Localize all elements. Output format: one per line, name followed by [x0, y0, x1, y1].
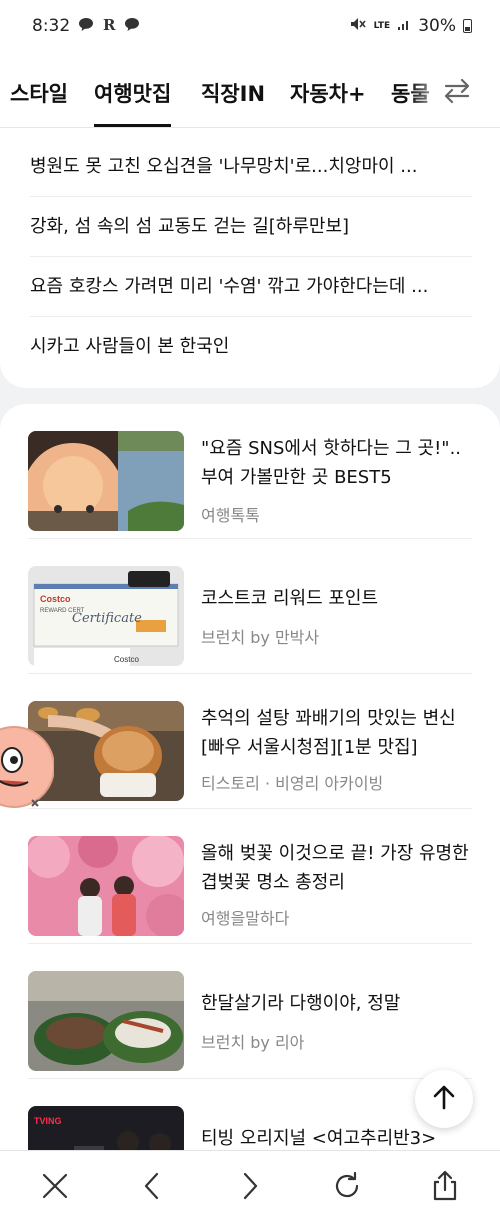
- mute-icon: [349, 16, 367, 37]
- headline-item[interactable]: 시카고 사람들이 본 한국인: [30, 317, 472, 377]
- svg-text:R: R: [103, 17, 116, 32]
- mascot-sticker[interactable]: [0, 712, 55, 822]
- tab-style[interactable]: 스타일: [10, 78, 68, 108]
- feed-card: "요즘 SNS에서 핫하다는 그 곳!".. 부여 가볼만한 곳 BEST5 여…: [0, 404, 500, 1164]
- feed-item[interactable]: 추억의 설탕 꽈배기의 맛있는 변신 [빠우 서울시청점][1분 맛집] 티스토…: [28, 674, 472, 809]
- feed-item-source: 브런치 by 만박사: [201, 628, 320, 647]
- svg-text:Costco: Costco: [40, 594, 71, 604]
- headline-item[interactable]: 요즘 호캉스 가려면 미리 '수염' 깎고 가야한다는데 ...: [30, 257, 472, 317]
- headline-item[interactable]: 병원도 못 고친 오십견을 '나무망치'로...치앙마이 ...: [30, 137, 472, 197]
- feed-item-source: 여행톡톡: [201, 506, 260, 525]
- feed-item-title: 추억의 설탕 꽈배기의 맛있는 변신 [빠우 서울시청점][1분 맛집]: [201, 708, 456, 758]
- thumbnail-food: [28, 971, 184, 1071]
- clock: 8:32: [32, 16, 71, 36]
- feed-item[interactable]: Costco REWARD CERT Certificate Costco 코스…: [28, 539, 472, 674]
- share-icon[interactable]: [428, 1169, 462, 1203]
- chat-icon: [78, 17, 94, 36]
- r-icon: R: [102, 16, 116, 36]
- feed-item-source: 브런치 by 리아: [201, 1033, 305, 1052]
- feed-item[interactable]: 올해 벚꽃 이것으로 끝! 가장 유명한 겹벚꽃 명소 총정리 여행을말하다: [28, 809, 472, 944]
- browser-bottom-nav: [0, 1150, 500, 1222]
- svg-text:Costco: Costco: [114, 655, 139, 664]
- arrow-up-icon: [429, 1082, 459, 1116]
- feed-item-title: 올해 벚꽃 이것으로 끝! 가장 유명한 겹벚꽃 명소 총정리: [201, 843, 469, 893]
- back-icon[interactable]: [136, 1169, 170, 1203]
- category-tab-bar: 스타일 여행맛집 직장IN 자동차+ 동물: [0, 52, 500, 128]
- scroll-to-top-button[interactable]: [415, 1070, 473, 1128]
- headline-item[interactable]: 강화, 섬 속의 섬 교동도 걷는 길[하루만보]: [30, 197, 472, 257]
- status-right: LTE 30%: [349, 16, 472, 37]
- thumbnail-costco: Costco REWARD CERT Certificate Costco: [28, 566, 184, 666]
- network-type: LTE: [373, 20, 391, 31]
- swap-icon[interactable]: [442, 76, 472, 106]
- feed-item-title: "요즘 SNS에서 핫하다는 그 곳!".. 부여 가볼만한 곳 BEST5: [201, 438, 462, 488]
- svg-text:TVING: TVING: [34, 1116, 62, 1126]
- tab-work[interactable]: 직장IN: [201, 78, 265, 108]
- status-bar: 8:32 R LTE 30%: [0, 0, 500, 52]
- feed-item-title: 코스트코 리워드 포인트: [201, 588, 379, 609]
- thumbnail-cherry-blossom: [28, 836, 184, 936]
- status-left: 8:32 R: [32, 16, 140, 36]
- feed-item[interactable]: 한달살기라 다행이야, 정말 브런치 by 리아: [28, 944, 472, 1079]
- close-icon[interactable]: [38, 1169, 72, 1203]
- tab-car[interactable]: 자동차+: [290, 78, 366, 108]
- svg-text:Certificate: Certificate: [72, 611, 142, 626]
- feed-item-source: 여행을말하다: [201, 909, 290, 928]
- battery-percent: 30%: [418, 16, 456, 36]
- feed-item[interactable]: "요즘 SNS에서 핫하다는 그 곳!".. 부여 가볼만한 곳 BEST5 여…: [28, 404, 472, 539]
- refresh-icon[interactable]: [330, 1169, 364, 1203]
- forward-icon[interactable]: [232, 1169, 266, 1203]
- battery-icon: [463, 19, 472, 33]
- feed-item-title: 티빙 오리지널 <여고추리반3>: [201, 1128, 437, 1149]
- feed-item-source: 티스토리 · 비영리 아카이빙: [201, 774, 384, 793]
- tab-travel-food[interactable]: 여행맛집: [94, 78, 172, 127]
- chat-icon: [124, 17, 140, 36]
- signal-icon: [397, 16, 411, 36]
- feed-item-title: 한달살기라 다행이야, 정말: [201, 993, 401, 1014]
- thumbnail-buyeo: [28, 431, 184, 531]
- headline-card: 병원도 못 고친 오십견을 '나무망치'로...치앙마이 ... 강화, 섬 속…: [0, 128, 500, 388]
